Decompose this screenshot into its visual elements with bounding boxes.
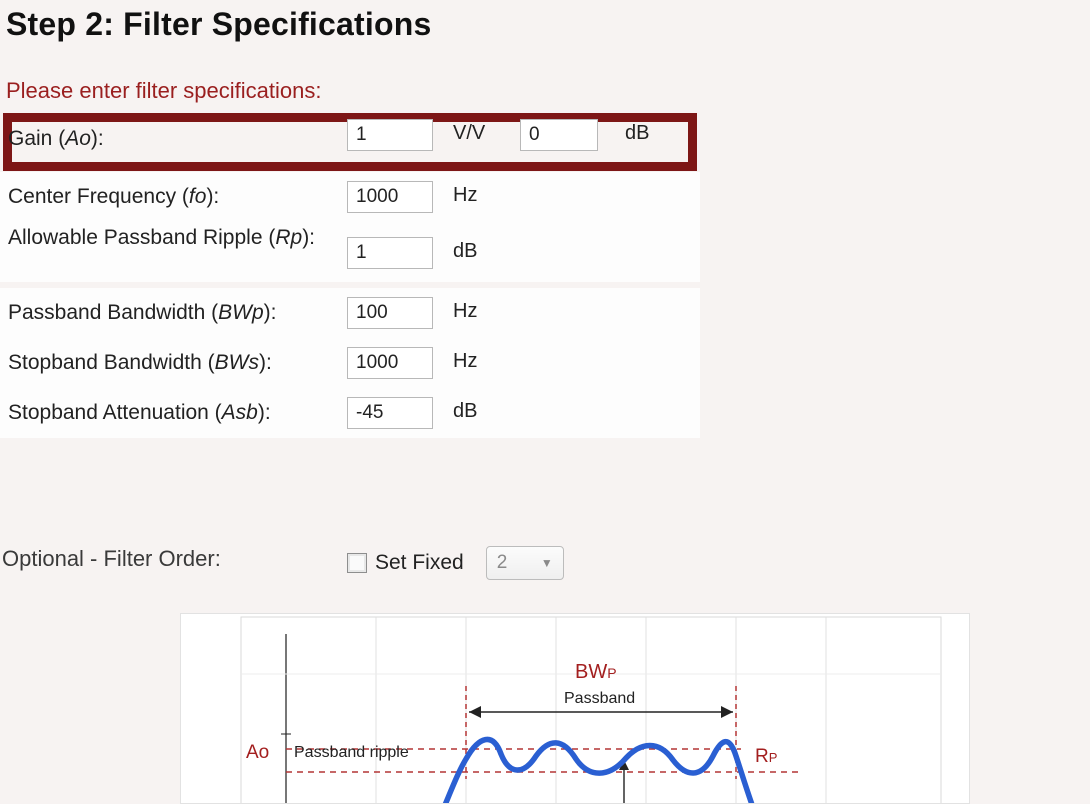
ripple-unit: dB	[453, 240, 477, 263]
stopband-atten-label: Stopband Attenuation (Asb):	[8, 401, 338, 425]
ripple-input[interactable]	[347, 237, 433, 269]
passband-bw-unit: Hz	[453, 300, 477, 323]
stopband-bw-label: Stopband Bandwidth (BWs):	[8, 351, 338, 375]
specs-form: Gain (Ao): V/V dB Center Frequency (fo):…	[0, 110, 700, 440]
stopband-atten-unit: dB	[453, 400, 477, 423]
gain-unit-vv: V/V	[453, 122, 485, 145]
page-title: Step 2: Filter Specifications	[6, 6, 431, 43]
gain-input-vv[interactable]	[347, 119, 433, 151]
diagram-bwp-label: BWP	[575, 660, 617, 684]
stopband-atten-input[interactable]	[347, 397, 433, 429]
center-freq-unit: Hz	[453, 184, 477, 207]
stopband-bw-input[interactable]	[347, 347, 433, 379]
center-freq-label: Center Frequency (fo):	[8, 185, 338, 209]
gain-label: Gain (Ao):	[8, 127, 338, 151]
ripple-label: Allowable Passband Ripple (Rp):	[8, 226, 338, 250]
filter-order-label: Optional - Filter Order:	[2, 546, 221, 572]
gain-unit-db: dB	[625, 122, 649, 145]
center-freq-input[interactable]	[347, 181, 433, 213]
passband-bw-label: Passband Bandwidth (BWp):	[8, 301, 338, 325]
filter-order-select[interactable]: 2 ▼	[486, 546, 564, 580]
diagram-ripple-label: Passband ripple	[294, 744, 409, 762]
chevron-down-icon: ▼	[541, 556, 553, 570]
filter-order-value: 2	[497, 552, 508, 574]
filter-response-diagram: Ao BWP Passband Passband ripple RP	[180, 613, 970, 804]
set-fixed-label: Set Fixed	[375, 551, 464, 575]
stopband-bw-unit: Hz	[453, 350, 477, 373]
set-fixed-checkbox[interactable]	[347, 553, 367, 573]
diagram-ao-label: Ao	[246, 742, 269, 764]
passband-bw-input[interactable]	[347, 297, 433, 329]
gain-input-db[interactable]	[520, 119, 598, 151]
diagram-rp-label: RP	[755, 745, 777, 768]
diagram-passband-label: Passband	[564, 690, 635, 708]
prompt-text: Please enter filter specifications:	[6, 78, 322, 104]
